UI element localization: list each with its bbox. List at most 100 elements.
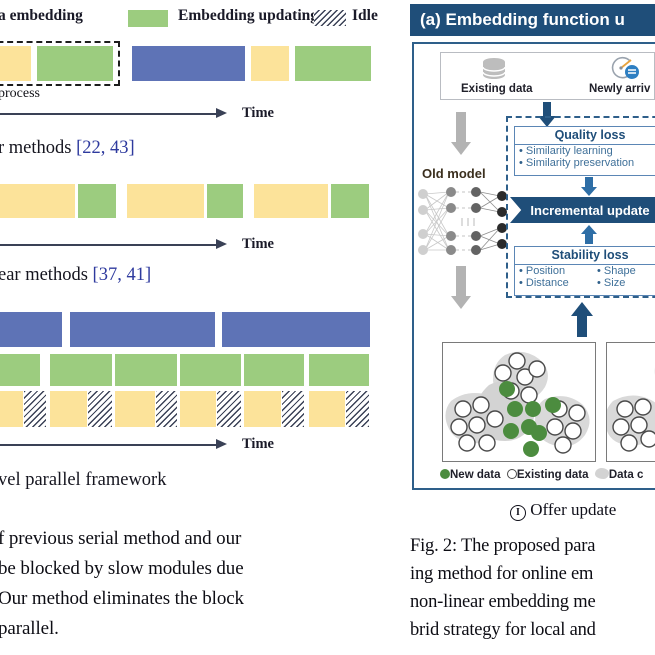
body-line-1: f previous serial method and our [0,528,242,549]
time-axis-label-1: Time [242,105,274,121]
timeline3-row3-idle-5 [282,391,304,427]
neural-network-icon [418,187,507,255]
fig-caption-line-2: ing method for online em [410,564,594,584]
stability-loss-item-0: Position [515,265,593,277]
timeline3-row3-yellow-5 [244,391,281,427]
timeline3-row3-yellow-1 [0,391,23,427]
time-axis-arrow-2 [216,239,227,249]
figure-frame: Existing data Newly arriv Old model Qual… [412,42,655,490]
timeline3-row2-green-3 [115,354,177,386]
timeline2-bar-green-2 [207,184,243,218]
clock-stream-icon [611,56,639,79]
scatter-legend: New data Existing data Data c [440,468,643,481]
legend-new-data-label: New data [450,469,501,481]
timeline2-bar-green-3 [331,184,369,218]
fig-caption-line-3: non-linear embedding me [410,592,596,612]
time-axis-1 [0,113,218,115]
timeline2-bar-yellow-2 [127,184,204,218]
timeline3-row3-yellow-4 [180,391,216,427]
fig-caption-line-4: brid strategy for local and [410,620,596,640]
arrow-up-blue-2 [571,302,593,337]
timeline3-row2-green-5 [244,354,304,386]
timeline-bar-blue [132,46,245,81]
left-column: a embedding Embedding updating Idle proc… [0,0,400,655]
offer-update-label: Offer update [530,500,617,519]
stability-loss-item-3: Size [593,277,655,289]
timeline-linear [0,184,400,222]
timeline3-row3-yellow-3 [115,391,155,427]
circled-one-icon: I [510,505,526,521]
legend-label-idle: Idle [352,7,378,24]
quality-loss-box: Quality loss Similarity learning Similar… [514,126,655,176]
scatter-before-panel [442,342,596,462]
legend-swatch-embedding-updating [128,10,168,27]
stability-loss-item-2: Shape [593,265,655,277]
arrow-down-gray-1 [451,112,471,155]
fig-caption-line-1: Fig. 2: The proposed para [410,536,596,556]
legend-data-cluster-label: Data c [608,469,644,481]
time-axis-3 [0,444,218,446]
timeline3-row3-idle-3 [156,391,177,427]
time-axis-label-3: Time [242,436,274,452]
arrow-down-gray-2 [451,266,471,309]
quality-loss-item-1: Similarity preservation [515,157,655,169]
quality-loss-item-0: Similarity learning [515,145,655,157]
caption-text-1: r methods [0,138,77,158]
legend-existing-data-label: Existing data [516,469,589,481]
timeline-serial-note: process [0,86,40,101]
timeline-parallel [0,312,400,428]
caption-ref-2: [37, 41] [92,265,152,285]
legend-label-embedding-updating: Embedding updating [178,7,318,24]
timeline-bar-green-2 [295,46,371,81]
caption-ref-1: [22, 43] [76,138,135,158]
timeline3-row3-idle-4 [217,391,241,427]
timeline3-row2-green-4 [180,354,241,386]
stability-loss-header: Stability loss [515,247,655,265]
timeline3-row1-blue-2 [70,312,215,347]
timeline3-row3-idle-1 [24,391,46,427]
time-axis-arrow-3 [216,439,227,449]
data-cluster-blob-icon [594,468,609,479]
offer-update-note: I Offer update [510,500,616,521]
time-axis-2 [0,244,218,246]
timeline3-row2-green-1 [0,354,40,386]
caption-parallel-framework: vel parallel framework [0,470,167,490]
input-data-panel: Existing data Newly arriv [440,52,655,100]
timeline3-row3-idle-2 [88,391,112,427]
timeline3-row2-green-6 [309,354,369,386]
timeline-bar-yellow-2 [251,46,289,81]
timeline2-bar-yellow-1 [0,184,75,218]
caption-nonlinear-methods: ear methods [37, 41] [0,265,151,286]
page-root: a embedding Embedding updating Idle proc… [0,0,655,655]
body-line-2: be blocked by slow modules due [0,558,244,579]
timeline3-row1-blue-3 [222,312,370,347]
timeline3-row2-green-2 [50,354,112,386]
timeline3-row1-blue-1 [0,312,62,347]
highlight-dashed-box [0,41,120,86]
stability-loss-item-1: Distance [515,277,593,289]
timeline3-row3-idle-6 [346,391,369,427]
time-axis-label-2: Time [242,236,274,252]
arrow-down-blue-2 [581,177,597,196]
caption-serial-methods: r methods [22, 43] [0,138,135,159]
legend-swatch-idle [314,10,346,26]
time-axis-arrow-1 [216,108,227,118]
right-column-figure: (a) Embedding function u Existing data N… [410,0,655,655]
timeline2-bar-yellow-3 [254,184,328,218]
incremental-update-banner: Incremental update [510,197,655,223]
new-data-dot-icon [440,469,450,479]
timeline-serial [0,41,400,86]
legend-label-data-embedding: a embedding [0,7,83,24]
timeline3-row3-yellow-2 [50,391,87,427]
figure-title-bar: (a) Embedding function u [410,4,655,36]
scatter-after-svg [607,366,655,452]
stability-loss-box: Stability loss Position Distance Shape S… [514,246,655,296]
existing-data-dot-icon [506,469,517,479]
caption-text-2: ear methods [0,265,93,285]
timeline2-bar-green-1 [78,184,116,218]
body-line-3: Our method eliminates the block [0,588,244,609]
arrow-up-blue-1 [581,225,597,244]
scatter-before-svg [445,351,590,457]
body-line-4: parallel. [0,618,59,639]
label-old-model: Old model [422,166,486,181]
